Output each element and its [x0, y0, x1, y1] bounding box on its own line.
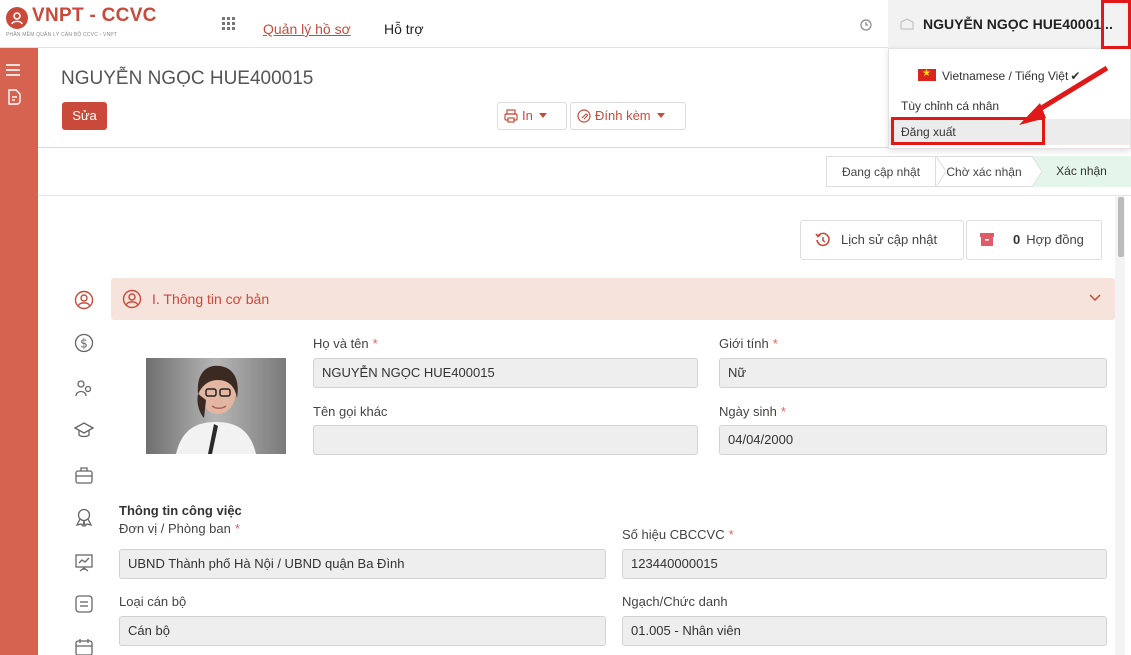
full-name-label: Họ và tên *	[313, 336, 378, 351]
section-title: I. Thông tin cơ bản	[152, 291, 270, 307]
user-circle-logo-icon	[6, 7, 28, 29]
step-pending: Chờ xác nhận	[936, 156, 1032, 187]
history-icon	[815, 232, 830, 247]
user-circle-icon	[122, 289, 142, 309]
annotation-highlight-user-menu	[1101, 0, 1131, 49]
document-icon[interactable]	[6, 89, 22, 105]
svg-text:$: $	[80, 337, 88, 351]
print-label: In	[522, 108, 533, 123]
birth-date-field[interactable]: 04/04/2000	[719, 425, 1107, 455]
annotation-arrow-icon	[1019, 65, 1109, 125]
birth-date-label: Ngày sinh *	[719, 404, 786, 419]
scrollbar-track[interactable]	[1115, 196, 1125, 655]
step-chevron-icon	[1032, 156, 1042, 187]
chevron-down-icon[interactable]	[1089, 294, 1101, 302]
contract-label: Hợp đồng	[1026, 232, 1084, 247]
other-name-label: Tên gọi khác	[313, 404, 388, 419]
brand-logo[interactable]: VNPT - CCVC PHẦN MỀM QUẢN LÝ CÁN BỘ CCVC…	[6, 5, 206, 43]
caret-down-icon	[538, 113, 547, 118]
edit-button[interactable]: Sửa	[62, 102, 107, 130]
user-name: NGUYỄN NGỌC HUE40001...	[923, 16, 1113, 32]
contracts-button[interactable]: 0 Hợp đồng	[966, 220, 1102, 260]
brand-subtitle: PHẦN MỀM QUẢN LÝ CÁN BỘ CCVC - VNPT	[6, 32, 118, 38]
calendar-icon[interactable]	[74, 637, 94, 655]
keyboard-icon[interactable]	[74, 594, 94, 614]
staff-number-field[interactable]: 123440000015	[622, 549, 1107, 579]
dollar-circle-icon[interactable]: $	[74, 333, 94, 353]
work-info-title: Thông tin công việc	[119, 503, 242, 518]
unit-label: Đơn vị / Phòng ban *	[119, 521, 240, 536]
presentation-chart-icon[interactable]	[74, 553, 94, 573]
other-name-field[interactable]	[313, 425, 698, 455]
user-circle-icon[interactable]	[74, 290, 94, 310]
contract-count: 0	[1013, 232, 1021, 247]
printer-icon	[504, 109, 518, 123]
staff-number-label: Số hiệu CBCCVC *	[622, 527, 734, 542]
rank-field[interactable]: 01.005 - Nhân viên	[622, 616, 1107, 646]
apps-grid-icon[interactable]	[222, 17, 236, 31]
history-label: Lịch sử cập nhật	[841, 232, 938, 247]
top-bar: VNPT - CCVC PHẦN MỀM QUẢN LÝ CÁN BỘ CCVC…	[0, 0, 1131, 48]
archive-box-icon	[980, 233, 994, 246]
clock-icon[interactable]	[860, 19, 872, 31]
award-icon[interactable]	[74, 507, 94, 527]
menu-icon[interactable]	[6, 64, 20, 76]
step-updating: Đang cập nhật	[826, 156, 936, 187]
print-button[interactable]: In	[497, 102, 567, 130]
gender-label: Giới tính *	[719, 336, 778, 351]
staff-type-label: Loại cán bộ	[119, 594, 187, 609]
family-icon[interactable]	[74, 378, 94, 398]
scrollbar-thumb[interactable]	[1118, 197, 1124, 257]
graduation-cap-icon[interactable]	[74, 420, 94, 440]
nav-profile-management[interactable]: Quản lý hồ sơ	[263, 21, 351, 37]
gender-field[interactable]: Nữ	[719, 358, 1107, 388]
divider	[38, 195, 1131, 196]
nav-support[interactable]: Hỗ trợ	[384, 21, 424, 37]
step-confirmed: Xác nhận	[1032, 156, 1131, 187]
step-chevron-icon	[936, 156, 946, 187]
caret-down-icon	[656, 113, 665, 118]
full-name-field[interactable]: NGUYỄN NGỌC HUE400015	[313, 358, 698, 388]
rank-label: Ngạch/Chức danh	[622, 594, 728, 609]
attach-label: Đính kèm	[595, 108, 651, 123]
record-title: NGUYỄN NGỌC HUE400015	[61, 68, 314, 89]
staff-type-field[interactable]: Cán bộ	[119, 616, 606, 646]
attach-button[interactable]: Đính kèm	[570, 102, 686, 130]
brand-title: VNPT - CCVC	[32, 5, 157, 26]
user-icon	[900, 18, 914, 30]
briefcase-icon[interactable]	[74, 465, 94, 485]
unit-field[interactable]: UBND Thành phố Hà Nội / UBND quận Ba Đìn…	[119, 549, 606, 579]
profile-photo	[146, 358, 286, 454]
user-menu-toggle[interactable]: NGUYỄN NGỌC HUE40001...	[888, 0, 1131, 48]
paperclip-icon	[577, 109, 591, 123]
section-header-basic-info[interactable]: I. Thông tin cơ bản	[111, 278, 1115, 320]
update-history-button[interactable]: Lịch sử cập nhật	[800, 220, 964, 260]
left-sidebar	[0, 48, 38, 655]
